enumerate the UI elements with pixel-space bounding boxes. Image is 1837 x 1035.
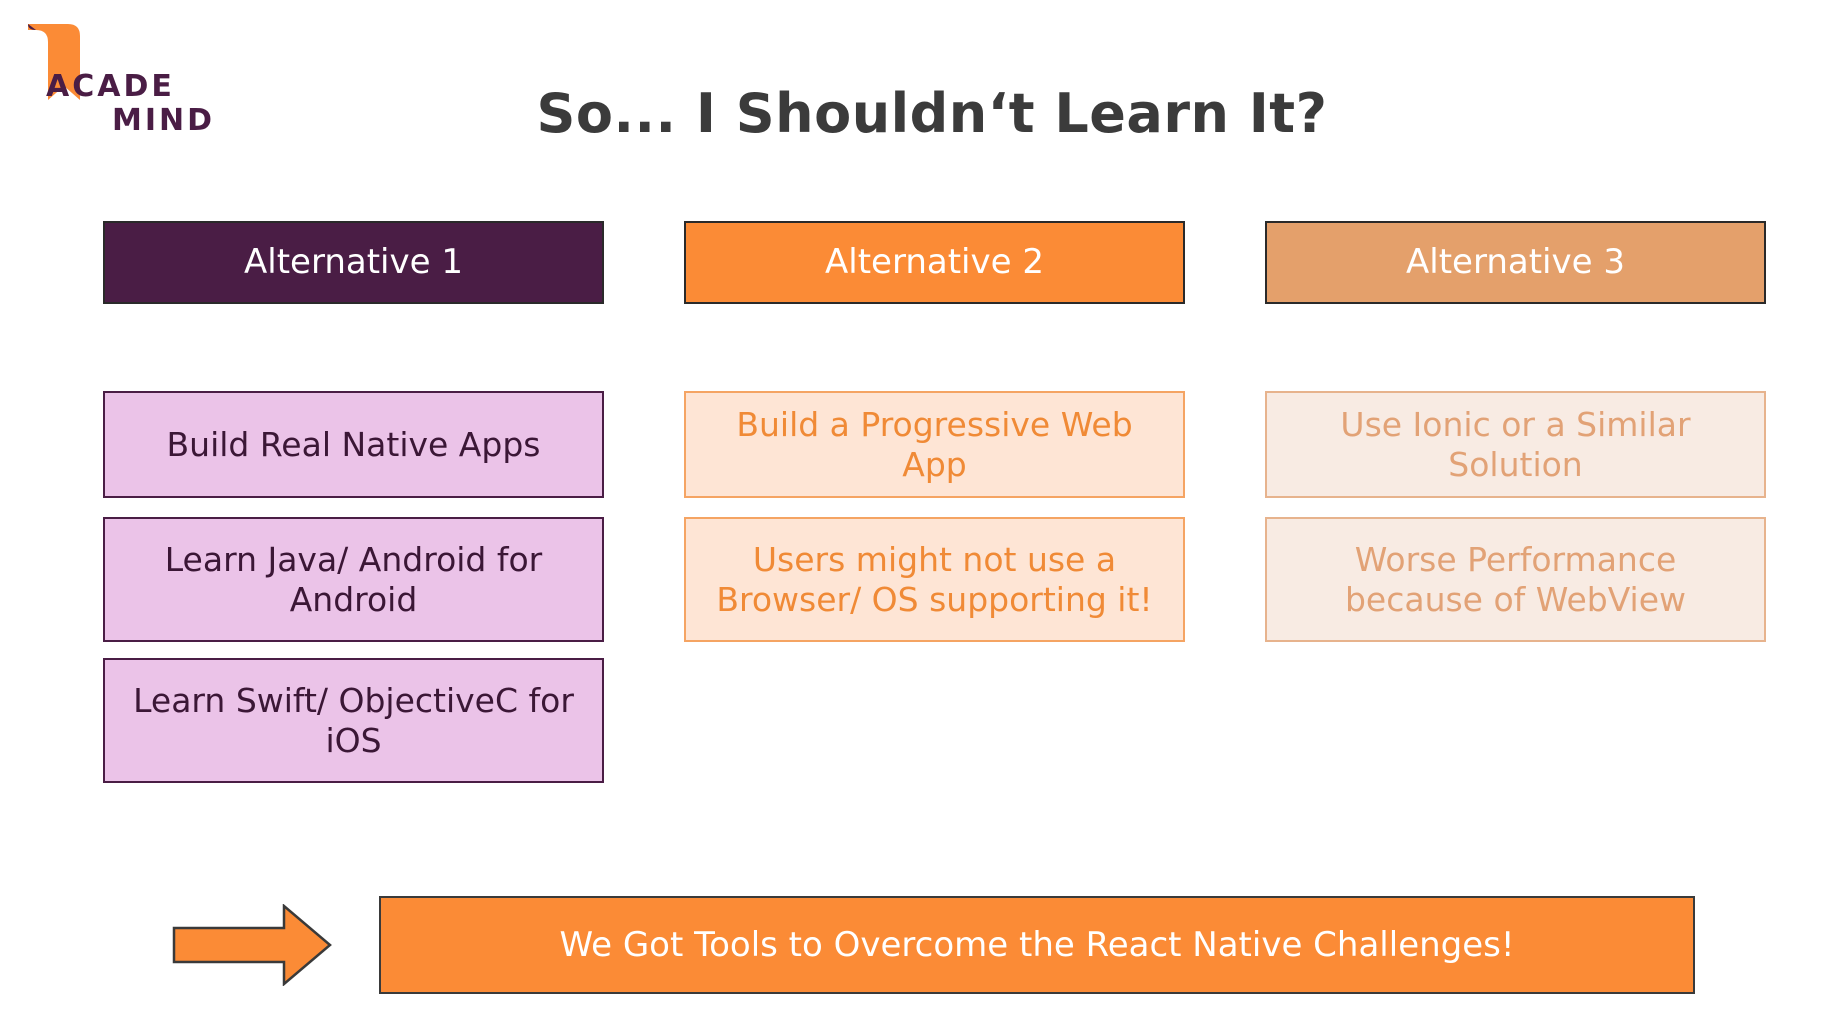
alternative-2-item: Build a Progressive Web App xyxy=(684,391,1185,498)
slide-title: So... I Shouldn‘t Learn It? xyxy=(536,82,1328,145)
alternative-3-item: Worse Performance because of WebView xyxy=(1265,517,1766,642)
slide: ACADE MIND So... I Shouldn‘t Learn It? A… xyxy=(0,0,1837,1035)
alternative-1-item: Learn Swift/ ObjectiveC for iOS xyxy=(103,658,604,783)
alternative-2-header: Alternative 2 xyxy=(684,221,1185,304)
alternative-1-header: Alternative 1 xyxy=(103,221,604,304)
alternative-3-header: Alternative 3 xyxy=(1265,221,1766,304)
alternative-1-item: Build Real Native Apps xyxy=(103,391,604,498)
conclusion-banner: We Got Tools to Overcome the React Nativ… xyxy=(379,896,1695,994)
alternative-3-item: Use Ionic or a Similar Solution xyxy=(1265,391,1766,498)
alternative-2-item: Users might not use a Browser/ OS suppor… xyxy=(684,517,1185,642)
arrow-right-icon xyxy=(172,904,332,986)
alternative-1-item: Learn Java/ Android for Android xyxy=(103,517,604,642)
